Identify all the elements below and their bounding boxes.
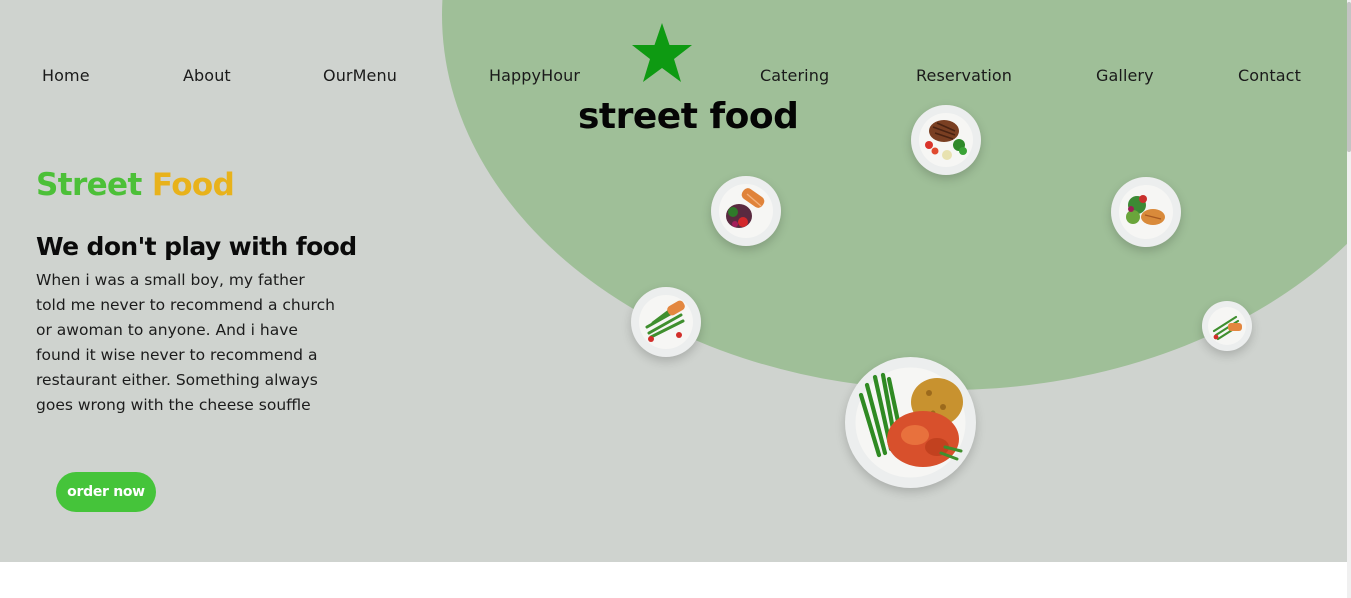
- scrollbar-thumb[interactable]: [1347, 2, 1351, 152]
- chicken-beans-rice-plate-image: [845, 357, 976, 488]
- hero-body-text: When i was a small boy, my father told m…: [36, 271, 335, 414]
- brand-name[interactable]: street food: [578, 96, 799, 137]
- headline-street: Street: [36, 167, 142, 203]
- chicken-salad-plate-image: [1111, 177, 1181, 247]
- nav-our-menu[interactable]: OurMenu: [323, 66, 397, 85]
- nav-home[interactable]: Home: [42, 66, 90, 85]
- order-now-button[interactable]: order now: [56, 472, 156, 512]
- nav-gallery[interactable]: Gallery: [1096, 66, 1154, 85]
- hero-subheading: We don't play with food: [36, 232, 357, 261]
- salmon-salad-plate-image: [711, 176, 781, 246]
- hero-section: Home About OurMenu HappyHour Catering Re…: [0, 0, 1347, 562]
- small-salmon-plate-image: [1202, 301, 1252, 351]
- nav-reservation[interactable]: Reservation: [916, 66, 1012, 85]
- headline-food: Food: [151, 167, 235, 203]
- nav-happy-hour[interactable]: HappyHour: [489, 66, 580, 85]
- steak-plate-image: [911, 105, 981, 175]
- nav-about[interactable]: About: [183, 66, 231, 85]
- hero-headline: Street Food: [36, 167, 235, 203]
- star-icon[interactable]: [631, 22, 693, 84]
- asparagus-salmon-plate-image: [631, 287, 701, 357]
- page-scrollbar[interactable]: [1347, 0, 1351, 598]
- nav-contact[interactable]: Contact: [1238, 66, 1301, 85]
- nav-catering[interactable]: Catering: [760, 66, 829, 85]
